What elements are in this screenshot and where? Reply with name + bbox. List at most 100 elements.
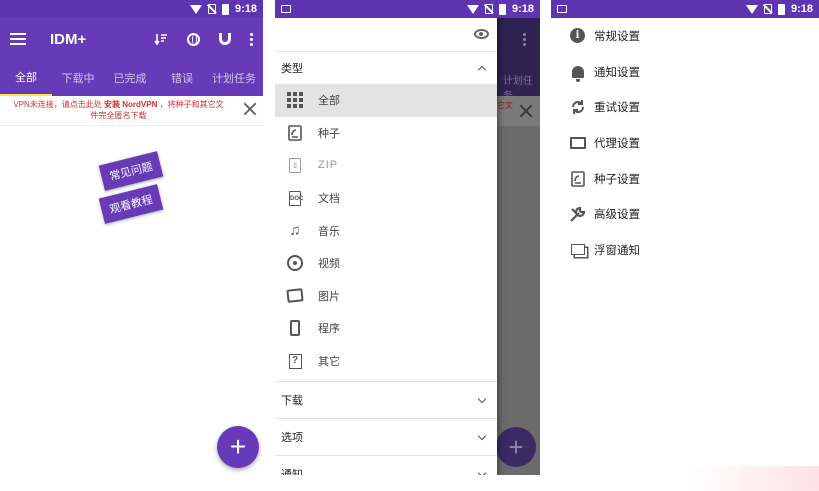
- vpn-banner[interactable]: VPN未连接，请点击此处 安装 NordVPN ，将种子和其它文 件完全匿名下载: [0, 96, 263, 126]
- category-item-document[interactable]: DOC 文档: [275, 182, 497, 215]
- wifi-icon: [189, 4, 202, 14]
- globe-icon: [186, 32, 200, 46]
- chevron-down-icon: [477, 431, 487, 441]
- category-item-image[interactable]: 图片: [275, 280, 497, 313]
- wrench-icon: [569, 206, 586, 223]
- other-icon: ?: [286, 352, 304, 370]
- section-download[interactable]: 下载: [275, 381, 497, 418]
- category-item-torrent[interactable]: 种子: [275, 117, 497, 150]
- status-time: 9:18: [511, 3, 534, 15]
- battery-icon: [221, 3, 229, 15]
- app-title: IDM+: [50, 30, 87, 48]
- tab-all[interactable]: 全部: [0, 60, 52, 96]
- vpn-text-suffix: ，将种子和其它文: [159, 100, 224, 109]
- category-label: 图片: [318, 290, 340, 303]
- section-notifications[interactable]: 通知: [275, 455, 497, 475]
- category-label: 音乐: [318, 225, 340, 238]
- tab-bar: 全部 下载中 已完成 错误 计划任务: [0, 60, 263, 96]
- image-icon: [286, 287, 304, 305]
- settings-label: 代理设置: [594, 137, 640, 150]
- drawer-header: [275, 18, 497, 52]
- chevron-up-icon: [477, 65, 487, 74]
- app-bar: IDM+: [0, 18, 263, 60]
- settings-label: 常规设置: [594, 30, 640, 43]
- settings-label: 种子设置: [594, 173, 640, 186]
- chevron-down-icon: [477, 468, 487, 475]
- section-label: 通知: [281, 466, 303, 475]
- browser-icon[interactable]: [186, 32, 200, 46]
- vpn-install-link[interactable]: 安装 NordVPN: [104, 100, 157, 109]
- settings-menu: i 常规设置 通知设置 重试设置 代理设置 种子设置 高级设置 浮窗通知: [551, 18, 819, 268]
- settings-proxy[interactable]: 代理设置: [551, 125, 819, 161]
- chevron-down-icon: [477, 394, 487, 404]
- wifi-icon: [466, 4, 479, 14]
- category-label: 文档: [318, 193, 340, 206]
- category-label: ZIP: [318, 159, 339, 172]
- category-label: 种子: [318, 127, 340, 140]
- category-section-header[interactable]: 类型: [275, 52, 497, 84]
- zip-icon: ▯: [286, 156, 304, 174]
- battery-icon: [498, 3, 506, 15]
- notification-image-icon: [281, 5, 291, 13]
- proxy-icon: [569, 134, 586, 151]
- section-label: 下载: [281, 395, 303, 408]
- settings-floating-window[interactable]: 浮窗通知: [551, 232, 819, 268]
- settings-label: 重试设置: [594, 102, 640, 115]
- dimmed-more-icon: [523, 33, 526, 46]
- eye-icon[interactable]: [474, 29, 489, 39]
- category-label: 视频: [318, 258, 340, 271]
- category-item-music[interactable]: ♫ 音乐: [275, 214, 497, 247]
- status-time: 9:18: [234, 3, 257, 15]
- magnet-icon[interactable]: [218, 32, 232, 46]
- tab-errors[interactable]: 错误: [156, 60, 208, 96]
- more-icon[interactable]: [250, 32, 253, 46]
- status-time: 9:18: [790, 3, 813, 15]
- category-item-zip[interactable]: ▯ ZIP: [275, 149, 497, 182]
- no-sim-icon: [207, 4, 216, 14]
- watermark: [688, 466, 819, 491]
- category-label: 其它: [318, 356, 340, 369]
- main-screen: 9:18 IDM+ 全部 下载中 已完成 错误 计划任务 VPN未连接，请点击此…: [0, 0, 263, 475]
- category-item-video[interactable]: 视频: [275, 247, 497, 280]
- battery-icon: [777, 3, 785, 15]
- settings-advanced[interactable]: 高级设置: [551, 196, 819, 232]
- sort-icon[interactable]: [154, 32, 168, 46]
- category-item-other[interactable]: ? 其它: [275, 345, 497, 378]
- torrent-icon: [286, 124, 304, 142]
- refresh-icon: [569, 99, 586, 116]
- category-item-all[interactable]: 全部: [275, 84, 497, 117]
- dimmed-fab: +: [496, 427, 536, 467]
- drawer-screen: 9:18 计划任务 它文 + 类型 全部 种子 ▯ ZIP DOC: [275, 0, 540, 475]
- status-bar: 9:18: [275, 0, 540, 18]
- no-sim-icon: [763, 4, 772, 14]
- dimmed-banner-text: 它文: [497, 101, 513, 110]
- close-banner-icon[interactable]: [243, 102, 257, 116]
- settings-torrent[interactable]: 种子设置: [551, 161, 819, 197]
- wifi-icon: [745, 4, 758, 14]
- status-bar: 9:18: [0, 0, 263, 18]
- navigation-drawer: 类型 全部 种子 ▯ ZIP DOC 文档 ♫ 音乐 视频 图片 程序 ? 其它…: [275, 18, 497, 475]
- menu-icon[interactable]: [10, 33, 26, 45]
- tab-completed[interactable]: 已完成: [104, 60, 156, 96]
- category-item-app[interactable]: 程序: [275, 312, 497, 345]
- document-icon: DOC: [286, 189, 304, 207]
- settings-retry[interactable]: 重试设置: [551, 89, 819, 125]
- status-bar: 9:18: [551, 0, 819, 18]
- video-icon: [286, 254, 304, 272]
- category-label: 程序: [318, 323, 340, 336]
- settings-label: 高级设置: [594, 209, 640, 222]
- settings-label: 通知设置: [594, 66, 640, 79]
- no-sim-icon: [484, 4, 493, 14]
- notification-image-icon: [557, 5, 567, 13]
- tab-downloading[interactable]: 下载中: [52, 60, 104, 96]
- vpn-banner-line1: VPN未连接，请点击此处 安装 NordVPN ，将种子和其它文: [0, 99, 237, 110]
- tutorial-button[interactable]: 观看教程: [98, 184, 164, 224]
- settings-label: 浮窗通知: [594, 244, 640, 257]
- add-download-button[interactable]: +: [217, 426, 259, 468]
- app-icon: [286, 319, 304, 337]
- settings-notifications[interactable]: 通知设置: [551, 54, 819, 90]
- tab-scheduled[interactable]: 计划任务: [208, 60, 260, 96]
- section-options[interactable]: 选项: [275, 418, 497, 455]
- settings-general[interactable]: i 常规设置: [551, 18, 819, 54]
- info-icon: i: [569, 27, 586, 44]
